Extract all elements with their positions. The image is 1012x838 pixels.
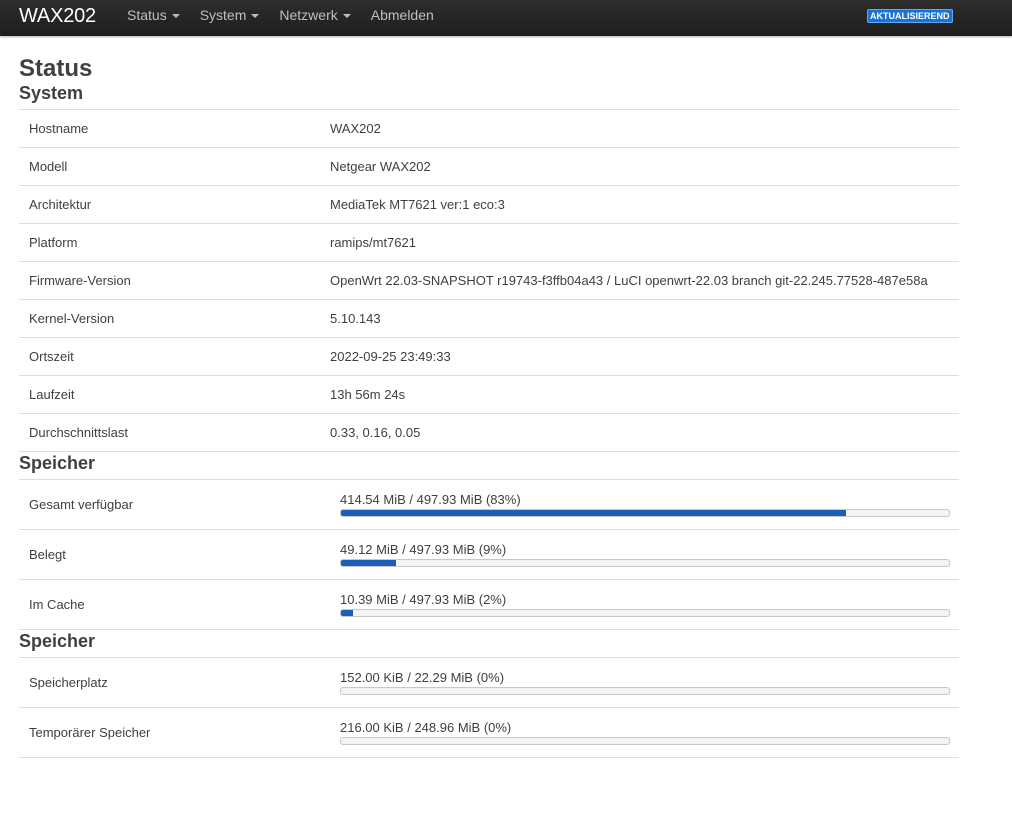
progress-cell: 152.00 KiB / 22.29 MiB (0%) bbox=[340, 658, 959, 707]
nav-system[interactable]: System bbox=[190, 0, 270, 36]
progress-bar bbox=[340, 687, 950, 695]
progress-text: 10.39 MiB / 497.93 MiB (2%) bbox=[340, 592, 507, 607]
row-key: Kernel-Version bbox=[29, 311, 115, 326]
row-value: ramips/mt7621 bbox=[330, 235, 416, 250]
progress-cell: 216.00 KiB / 248.96 MiB (0%) bbox=[340, 708, 959, 757]
caret-down-icon bbox=[342, 14, 351, 18]
row-key: Im Cache bbox=[29, 597, 85, 612]
caret-down-icon bbox=[171, 14, 180, 18]
table-row: Laufzeit 13h 56m 24s bbox=[19, 376, 959, 414]
row-value: 13h 56m 24s bbox=[330, 387, 406, 402]
progress-bar bbox=[340, 509, 950, 517]
row-value: WAX202 bbox=[330, 121, 381, 136]
progress-fill bbox=[341, 610, 354, 616]
table-row: Platform ramips/mt7621 bbox=[19, 224, 959, 262]
main-content: Status System Hostname WAX202 Modell Netge… bbox=[19, 36, 959, 758]
storage-table: Speicherplatz 152.00 KiB / 22.29 MiB (0%… bbox=[19, 657, 959, 758]
row-key: Durchschnittslast bbox=[29, 425, 128, 440]
row-value: 0.33, 0.16, 0.05 bbox=[330, 425, 421, 440]
progress-text: 49.12 MiB / 497.93 MiB (9%) bbox=[340, 542, 507, 557]
section-title-storage: Speicher bbox=[19, 631, 96, 651]
row-value: OpenWrt 22.03-SNAPSHOT r19743-f3ffb04a43… bbox=[330, 273, 928, 288]
row-key: Firmware-Version bbox=[29, 273, 131, 288]
progress-bar bbox=[340, 609, 950, 617]
row-key: Modell bbox=[29, 159, 68, 174]
progress-cell: 414.54 MiB / 497.93 MiB (83%) bbox=[340, 480, 959, 529]
row-key: Architektur bbox=[29, 197, 92, 212]
row-key: Hostname bbox=[29, 121, 89, 136]
progress-text: 414.54 MiB / 497.93 MiB (83%) bbox=[340, 492, 521, 507]
nav-status-label: Status bbox=[127, 7, 167, 23]
row-value: MediaTek MT7621 ver:1 eco:3 bbox=[330, 197, 505, 212]
table-row: Speicherplatz 152.00 KiB / 22.29 MiB (0%… bbox=[19, 658, 959, 708]
row-key: Ortszeit bbox=[29, 349, 74, 364]
progress-fill bbox=[341, 560, 396, 566]
row-key: Temporärer Speicher bbox=[29, 725, 151, 740]
row-value: 5.10.143 bbox=[330, 311, 381, 326]
progress-fill bbox=[341, 510, 846, 516]
nav-system-label: System bbox=[199, 7, 247, 23]
nav-logout-label: Abmelden bbox=[370, 7, 434, 23]
table-row: Belegt 49.12 MiB / 497.93 MiB (9%) bbox=[19, 530, 959, 580]
table-row: Architektur MediaTek MT7621 ver:1 eco:3 bbox=[19, 186, 959, 224]
nav-logout[interactable]: Abmelden bbox=[361, 0, 444, 36]
row-key: Belegt bbox=[29, 547, 66, 562]
progress-bar bbox=[340, 559, 950, 567]
row-key: Gesamt verfügbar bbox=[29, 497, 134, 512]
row-key: Platform bbox=[29, 235, 78, 250]
nav-netzwerk[interactable]: Netzwerk bbox=[269, 0, 360, 36]
progress-text: 216.00 KiB / 248.96 MiB (0%) bbox=[340, 720, 512, 735]
top-navbar: WAX202 Status System Netzwerk Abmelden A… bbox=[0, 0, 1012, 36]
table-row: Im Cache 10.39 MiB / 497.93 MiB (2%) bbox=[19, 580, 959, 630]
section-title-system: System bbox=[19, 83, 84, 103]
brand-link[interactable]: WAX202 bbox=[19, 2, 96, 32]
progress-cell: 10.39 MiB / 497.93 MiB (2%) bbox=[340, 580, 959, 629]
progress-cell: 49.12 MiB / 497.93 MiB (9%) bbox=[340, 530, 959, 579]
progress-bar bbox=[340, 737, 950, 745]
table-row: Modell Netgear WAX202 bbox=[19, 148, 959, 186]
section-title-memory: Speicher bbox=[19, 453, 96, 473]
table-row: Gesamt verfügbar 414.54 MiB / 497.93 MiB… bbox=[19, 480, 959, 530]
table-row: Firmware-Version OpenWrt 22.03-SNAPSHOT r… bbox=[19, 262, 959, 300]
row-key: Speicherplatz bbox=[29, 675, 108, 690]
memory-table: Gesamt verfügbar 414.54 MiB / 497.93 MiB… bbox=[19, 479, 959, 630]
main-nav: Status System Netzwerk Abmelden bbox=[117, 0, 444, 36]
page-title: Status bbox=[19, 55, 93, 82]
row-value: 2022-09-25 23:49:33 bbox=[330, 349, 451, 364]
table-row: Ortszeit 2022-09-25 23:49:33 bbox=[19, 338, 959, 376]
caret-down-icon bbox=[251, 14, 260, 18]
row-key: Laufzeit bbox=[29, 387, 75, 402]
table-row: Hostname WAX202 bbox=[19, 110, 959, 148]
table-row: Kernel-Version 5.10.143 bbox=[19, 300, 959, 338]
refreshing-badge[interactable]: AKTUALISIEREND bbox=[867, 9, 953, 23]
table-row: Temporärer Speicher 216.00 KiB / 248.96 … bbox=[19, 708, 959, 758]
nav-netzwerk-label: Netzwerk bbox=[279, 7, 338, 23]
progress-text: 152.00 KiB / 22.29 MiB (0%) bbox=[340, 670, 505, 685]
nav-status[interactable]: Status bbox=[117, 0, 190, 36]
row-value: Netgear WAX202 bbox=[330, 159, 431, 174]
table-row: Durchschnittslast 0.33, 0.16, 0.05 bbox=[19, 414, 959, 452]
system-table: Hostname WAX202 Modell Netgear WAX202 Arch… bbox=[19, 109, 959, 452]
